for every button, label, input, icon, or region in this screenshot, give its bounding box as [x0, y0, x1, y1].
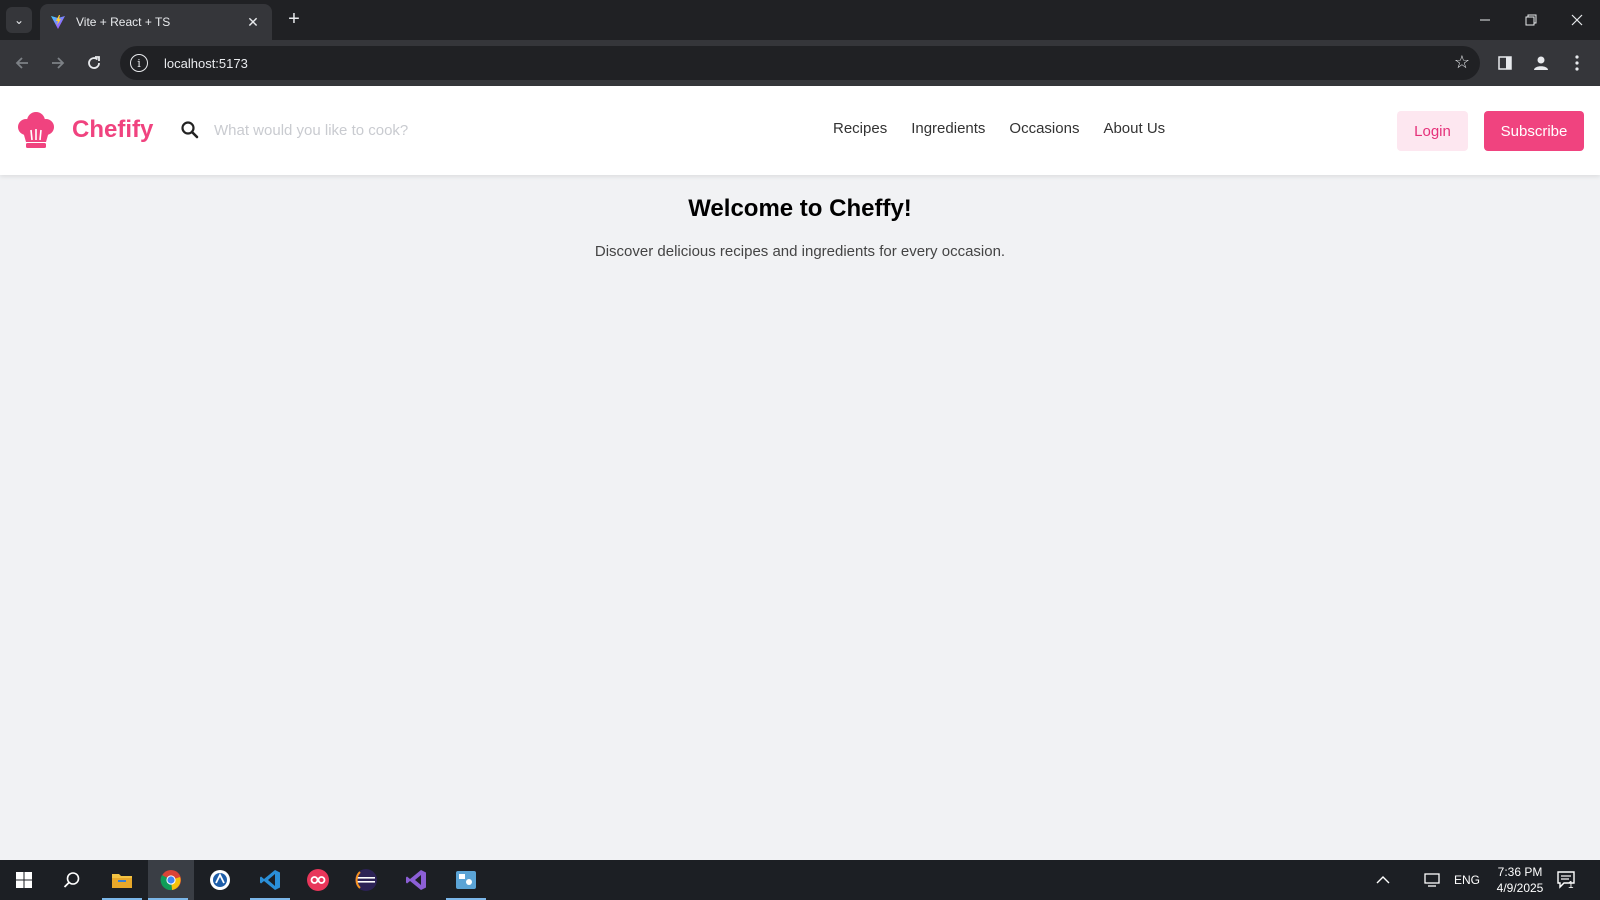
profile-icon[interactable] [1529, 51, 1553, 75]
search-input[interactable] [214, 116, 594, 144]
page-subtitle: Discover delicious recipes and ingredien… [594, 243, 1006, 260]
back-icon[interactable] [8, 49, 36, 77]
language-indicator[interactable]: ENG [1454, 860, 1480, 900]
bookmark-star-icon[interactable]: ☆ [1454, 52, 1470, 73]
forward-icon[interactable] [44, 49, 72, 77]
app-blue-icon[interactable] [446, 860, 486, 900]
url-text[interactable]: localhost:5173 [164, 56, 248, 71]
chef-hat-icon [18, 112, 54, 148]
notification-center-icon[interactable]: 1 [1556, 860, 1578, 900]
browser-toolbar: i localhost:5173 ☆ [0, 40, 1600, 86]
visual-studio-icon[interactable] [396, 860, 436, 900]
nav-link-occasions[interactable]: Occasions [1009, 120, 1079, 137]
reload-icon[interactable] [80, 49, 108, 77]
taskbar-clock[interactable]: 7:36 PM 4/9/2025 [1480, 864, 1560, 896]
login-button[interactable]: Login [1397, 111, 1468, 151]
notification-count: 1 [1568, 880, 1574, 891]
main-nav: Recipes Ingredients Occasions About Us [833, 120, 1165, 137]
address-bar[interactable]: i localhost:5173 ☆ [120, 46, 1480, 80]
brand-logo[interactable]: Chefify [16, 110, 153, 150]
tab-close-icon[interactable]: ✕ [244, 14, 262, 31]
taskbar-search-icon[interactable] [52, 860, 92, 900]
search-icon [181, 121, 199, 139]
vite-favicon-icon [51, 15, 65, 29]
app-red-icon[interactable] [298, 860, 338, 900]
network-icon[interactable] [1424, 860, 1442, 900]
clock-date: 4/9/2025 [1496, 881, 1544, 895]
vscode-icon[interactable] [250, 860, 290, 900]
subscribe-button[interactable]: Subscribe [1484, 111, 1584, 151]
new-tab-button[interactable]: + [282, 8, 306, 32]
tray-overflow-icon[interactable] [1376, 860, 1390, 900]
nav-link-ingredients[interactable]: Ingredients [911, 120, 985, 137]
nav-link-about-us[interactable]: About Us [1103, 120, 1165, 137]
file-explorer-icon[interactable] [102, 860, 142, 900]
app-header: Chefify Recipes Ingredients Occasions Ab… [0, 86, 1600, 175]
site-info-icon[interactable]: i [130, 54, 148, 72]
windows-taskbar: ENG 7:36 PM 4/9/2025 1 [0, 860, 1600, 900]
browser-tab-bar: ⌄ Vite + React + TS ✕ + [0, 0, 1600, 40]
nav-link-recipes[interactable]: Recipes [833, 120, 887, 137]
browser-tab[interactable]: Vite + React + TS ✕ [40, 4, 272, 40]
main-content: Welcome to Cheffy! Discover delicious re… [0, 175, 1600, 860]
page-title: Welcome to Cheffy! [688, 195, 912, 222]
tab-search-button[interactable]: ⌄ [6, 7, 32, 33]
eclipse-icon[interactable] [346, 860, 386, 900]
side-panel-icon[interactable] [1493, 51, 1517, 75]
clock-time: 7:36 PM [1497, 865, 1543, 879]
menu-kebab-icon[interactable] [1565, 51, 1589, 75]
tab-title: Vite + React + TS [76, 15, 171, 29]
restore-button[interactable] [1508, 0, 1554, 40]
windows-start-icon[interactable] [4, 860, 44, 900]
chrome-icon[interactable] [148, 860, 194, 900]
brand-name: Chefify [72, 116, 154, 143]
close-window-button[interactable] [1554, 0, 1600, 40]
minimize-button[interactable] [1462, 0, 1508, 40]
app-icon[interactable] [200, 860, 240, 900]
